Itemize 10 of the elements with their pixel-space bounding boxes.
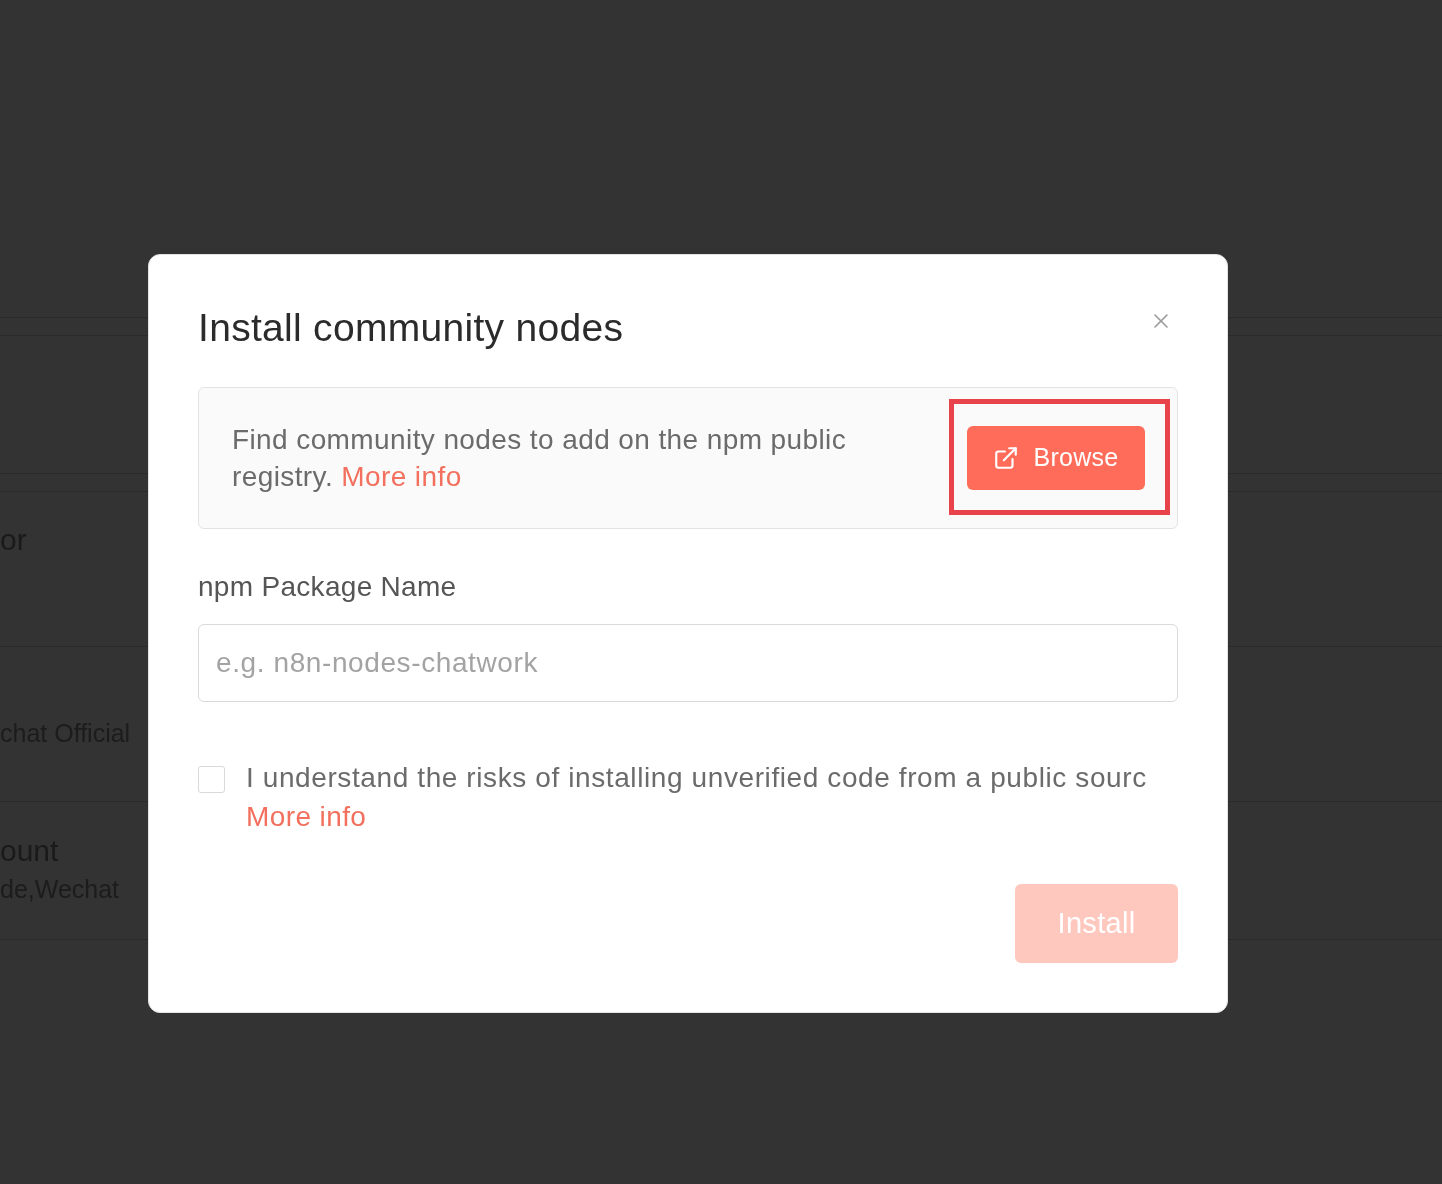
more-info-link[interactable]: More info bbox=[246, 797, 367, 836]
package-name-field[interactable]: e.g. n8n-nodes-chatwork bbox=[198, 624, 1178, 702]
field-label: npm Package Name bbox=[198, 570, 457, 604]
more-info-link[interactable]: More info bbox=[341, 461, 462, 492]
info-text: Find community nodes to add on the npm public registry. More info bbox=[232, 423, 848, 494]
consent-checkbox[interactable] bbox=[198, 766, 225, 793]
consent-label: I understand the risks of installing unverified code from a public sourc bbox=[246, 761, 1147, 795]
external-link-icon bbox=[993, 445, 1020, 471]
browse-button[interactable]: Browse bbox=[967, 426, 1145, 490]
dialog-title: Install community nodes bbox=[198, 305, 624, 351]
